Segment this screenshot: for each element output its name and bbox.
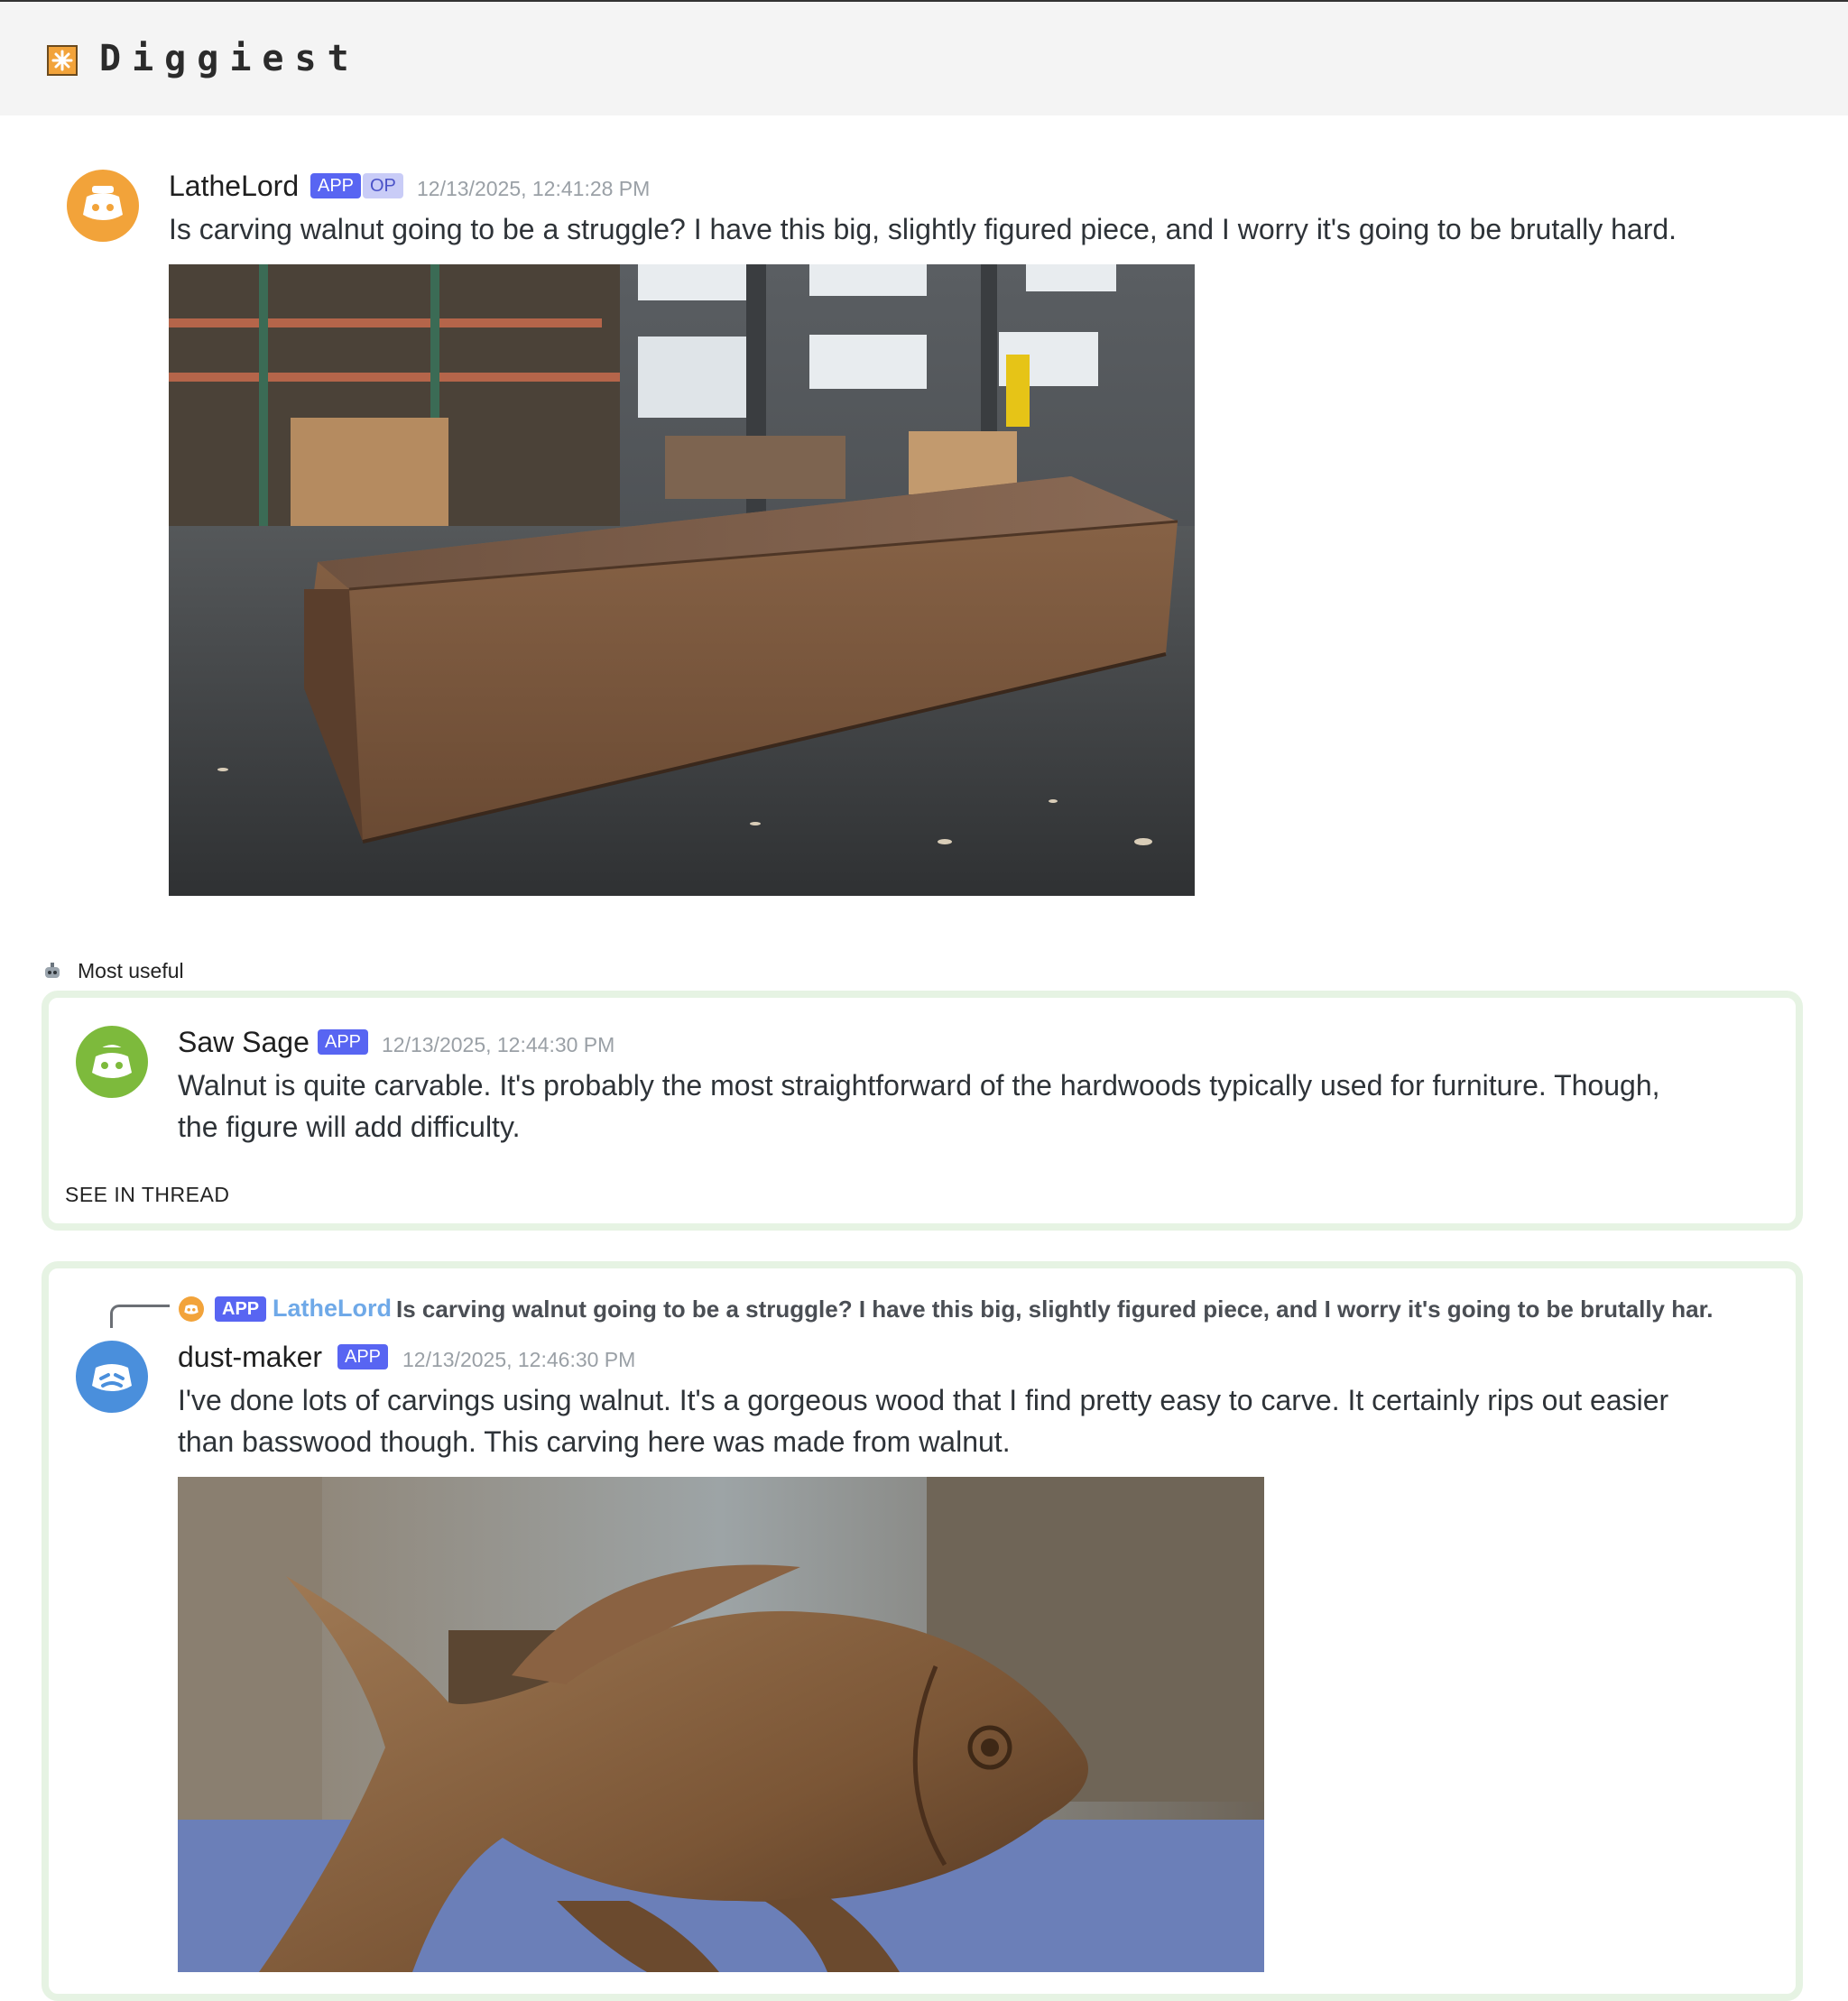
post-timestamp: 12/13/2025, 12:41:28 PM xyxy=(417,177,651,200)
walnut-block-photo[interactable] xyxy=(169,264,1195,896)
reply-connector xyxy=(110,1305,170,1328)
sparkle-icon xyxy=(47,45,78,76)
discord-bot-icon xyxy=(92,1045,132,1078)
avatar[interactable] xyxy=(76,1341,148,1413)
answer-text-line2: the figure will add difficulty. xyxy=(178,1111,521,1143)
avatar[interactable] xyxy=(179,1296,204,1322)
walnut-fish-carving-photo[interactable] xyxy=(178,1477,1264,1972)
most-useful-label: Most useful xyxy=(78,959,184,982)
discord-bot-icon xyxy=(83,186,123,220)
op-badge: OP xyxy=(363,173,403,198)
app-badge: APP xyxy=(215,1296,267,1322)
answer-timestamp: 12/13/2025, 12:44:30 PM xyxy=(382,1033,615,1056)
quoted-text[interactable]: Is carving walnut going to be a struggle… xyxy=(396,1296,1714,1323)
reply-author[interactable]: dust-maker xyxy=(178,1341,322,1374)
avatar[interactable] xyxy=(76,1026,148,1098)
app-title[interactable]: Diggiest xyxy=(99,38,360,79)
reply-text-line2: than basswood though. This carving here … xyxy=(178,1425,1011,1458)
answer-author[interactable]: Saw Sage xyxy=(178,1026,310,1059)
see-in-thread-link[interactable]: SEE IN THREAD xyxy=(65,1183,229,1207)
app-badge: APP xyxy=(310,173,362,198)
app-badge: APP xyxy=(318,1029,369,1055)
post-author[interactable]: LatheLord xyxy=(169,170,299,203)
app-header: Diggiest xyxy=(0,0,1848,115)
reply-text-line1: I've done lots of carvings using walnut.… xyxy=(178,1384,1669,1416)
post-text: Is carving walnut going to be a struggle… xyxy=(169,213,1677,245)
discord-bot-icon xyxy=(92,1364,132,1391)
answer-text-line1: Walnut is quite carvable. It's probably … xyxy=(178,1069,1660,1102)
quoted-author[interactable]: LatheLord xyxy=(273,1295,392,1323)
avatar[interactable] xyxy=(67,170,139,242)
reply-timestamp: 12/13/2025, 12:46:30 PM xyxy=(402,1348,636,1371)
robot-icon xyxy=(42,960,63,986)
app-badge: APP xyxy=(337,1344,389,1369)
